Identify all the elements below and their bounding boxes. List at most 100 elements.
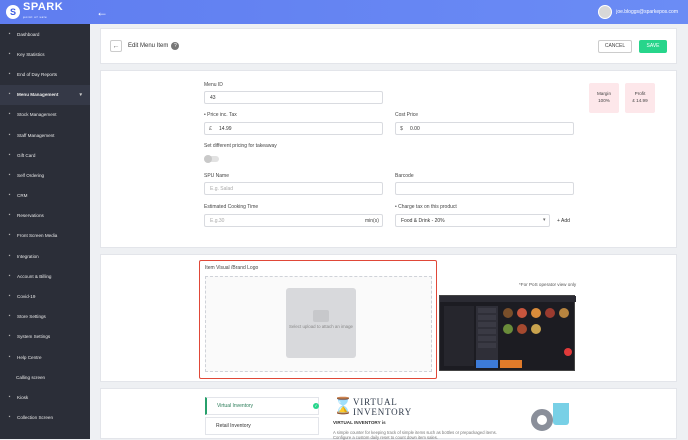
sidebar-item-label: Front Screen Media: [17, 233, 58, 239]
logo-text: SPARK point of sale: [23, 2, 63, 22]
settings-icon: ▪: [8, 333, 11, 340]
tax-label: • Charge tax on this product: [395, 204, 457, 210]
inventory-heading-line1: VIRTUAL: [353, 397, 398, 407]
sidebar-item-stock-management[interactable]: ▪ Stock Management: [0, 105, 90, 125]
top-bar: S SPARK point of sale ← joe.bloggs@spark…: [0, 0, 688, 24]
sidebar-item-label: Integration: [17, 253, 39, 259]
sidebar-item-end-of-day-reports[interactable]: ▪ End of Day Reports: [0, 64, 90, 84]
sidebar-item-covid-19[interactable]: ▪ Covid-19: [0, 286, 90, 306]
user-menu[interactable]: joe.bloggs@sparkepos.com: [598, 5, 688, 19]
tax-select[interactable]: Food & Drink - 20%: [395, 214, 550, 227]
sidebar-item-calling-screen[interactable]: Calling screen: [0, 367, 90, 387]
sidebar-item-self-ordering[interactable]: ▪ Self Ordering: [0, 165, 90, 185]
self-order-icon: ▪: [8, 171, 11, 178]
price-label: • Price inc. Tax: [204, 112, 237, 118]
sidebar-item-label: CRM: [17, 193, 28, 199]
cancel-button[interactable]: CANCEL: [598, 39, 632, 53]
cost-currency: $: [400, 125, 403, 132]
sidebar-item-crm[interactable]: ▪ CRM: [0, 186, 90, 206]
inventory-heading: VIRTUAL INVENTORY: [353, 397, 412, 417]
barcode-input[interactable]: [395, 182, 574, 195]
sidebar-item-label: Calling screen: [16, 374, 46, 380]
image-dropzone[interactable]: Select upload to attach an image: [205, 276, 432, 372]
image-placeholder[interactable]: Select upload to attach an image: [286, 288, 356, 358]
margin-badge: Margin 100%: [589, 83, 619, 113]
save-button[interactable]: SAVE: [639, 39, 667, 53]
sidebar-item-label: Menu Management: [17, 92, 59, 98]
logo-tagline: point of sale: [23, 15, 48, 19]
tab-retail-inventory[interactable]: Retail Inventory: [205, 417, 319, 435]
sidebar-item-dashboard[interactable]: ▪ Dashboard: [0, 24, 90, 44]
price-input[interactable]: 14.99: [204, 122, 383, 135]
gift-icon: ▪: [8, 151, 11, 158]
calendar-icon: ▪: [8, 212, 11, 219]
sidebar-item-store-settings[interactable]: ▪ Store Settings: [0, 307, 90, 327]
integration-icon: ▪: [8, 252, 11, 259]
tab-virtual-inventory[interactable]: Virtual Inventory: [205, 397, 319, 415]
cooking-time-unit: min(s): [365, 218, 379, 224]
sidebar-item-front-screen-media[interactable]: ▪ Front Screen Media: [0, 226, 90, 246]
cooking-time-label: Estimated Cooking Time: [204, 204, 259, 210]
sidebar-item-label: Account & Billing: [17, 273, 52, 279]
collection-icon: ▪: [8, 414, 11, 421]
cooking-time-input[interactable]: E.g.30: [204, 214, 383, 227]
covid-icon: ▪: [8, 293, 11, 300]
back-arrow-icon[interactable]: ←: [96, 5, 108, 19]
sidebar: ▪ Dashboard ▪ Key Statistics ▪ End of Day Rep…: [0, 24, 90, 439]
stock-icon: ▪: [8, 111, 11, 118]
upload-hint: Select upload to attach an image: [289, 324, 353, 329]
check-icon: ✓: [313, 403, 319, 409]
fries-illustration-icon: [553, 403, 569, 425]
menu-icon: ▪: [8, 91, 11, 98]
item-visual-title: Item Visual /Brand Logo: [205, 265, 259, 271]
sidebar-item-reservations[interactable]: ▪ Reservations: [0, 206, 90, 226]
sidebar-item-staff-management[interactable]: ▪ Staff Management: [0, 125, 90, 145]
sidebar-item-label: Stock Management: [17, 112, 57, 118]
takeaway-label: Set different pricing for takeaway: [204, 143, 277, 149]
donut-illustration-icon: [531, 409, 553, 431]
page-title: Edit Menu Item?: [128, 42, 180, 50]
header-card: ← Edit Menu Item? CANCEL SAVE: [100, 28, 677, 64]
sidebar-item-label: Collection Screen: [17, 415, 54, 421]
sidebar-item-label: Reservations: [17, 213, 44, 219]
sidebar-item-menu-management[interactable]: ▪ Menu Management ▾: [0, 84, 90, 105]
spu-input[interactable]: E.g. Salad: [204, 182, 383, 195]
inventory-heading-line2: INVENTORY: [353, 407, 413, 417]
profit-label: Profit: [634, 91, 646, 96]
page-title-text: Edit Menu Item: [128, 43, 169, 49]
avatar[interactable]: [598, 5, 613, 19]
chevron-down-icon: ▾: [543, 217, 546, 223]
spu-label: SPU Name: [204, 173, 230, 179]
hourglass-icon: ⌛: [333, 398, 353, 415]
store-icon: ▪: [8, 313, 11, 320]
item-visual-card: Item Visual /Brand Logo Select upload to…: [100, 254, 677, 382]
sidebar-item-system-settings[interactable]: ▪ System Settings: [0, 327, 90, 347]
logo[interactable]: S SPARK point of sale: [0, 0, 90, 24]
sidebar-item-account-billing[interactable]: ▪ Account & Billing: [0, 266, 90, 286]
sidebar-item-label: System Settings: [17, 334, 51, 340]
sidebar-item-gift-card[interactable]: ▪ Gift Card: [0, 145, 90, 165]
sidebar-item-help-centre[interactable]: ▪ Help Centre: [0, 347, 90, 367]
barcode-label: Barcode: [395, 173, 414, 179]
sidebar-item-collection-screen[interactable]: ▪ Collection Screen: [0, 408, 90, 428]
sidebar-item-label: Dashboard: [17, 31, 40, 37]
add-tax-button[interactable]: + Add: [557, 218, 570, 224]
dashboard-icon: ▪: [8, 30, 11, 37]
user-email: joe.bloggs@sparkepos.com: [616, 9, 678, 15]
sidebar-item-key-statistics[interactable]: ▪ Key Statistics: [0, 44, 90, 64]
menu-id-input[interactable]: 43: [204, 91, 383, 104]
item-details-card: Menu ID 43 • Price inc. Tax 14.99 £ Cost…: [100, 70, 677, 248]
sidebar-item-label: Staff Management: [17, 132, 55, 138]
sidebar-item-kiosk[interactable]: ▪ Kiosk: [0, 387, 90, 407]
margin-label: Margin: [596, 91, 612, 96]
cost-input[interactable]: 0.00: [395, 122, 574, 135]
image-placeholder-icon: [313, 310, 329, 322]
takeaway-toggle[interactable]: [204, 155, 219, 163]
sidebar-item-integration[interactable]: ▪ Integration: [0, 246, 90, 266]
billing-icon: ▪: [8, 272, 11, 279]
help-icon[interactable]: ?: [171, 42, 180, 50]
menu-id-label: Menu ID: [204, 82, 223, 88]
report-icon: ▪: [8, 70, 11, 77]
profit-badge: Profit £ 14.99: [625, 83, 655, 113]
back-button[interactable]: ←: [110, 40, 122, 52]
